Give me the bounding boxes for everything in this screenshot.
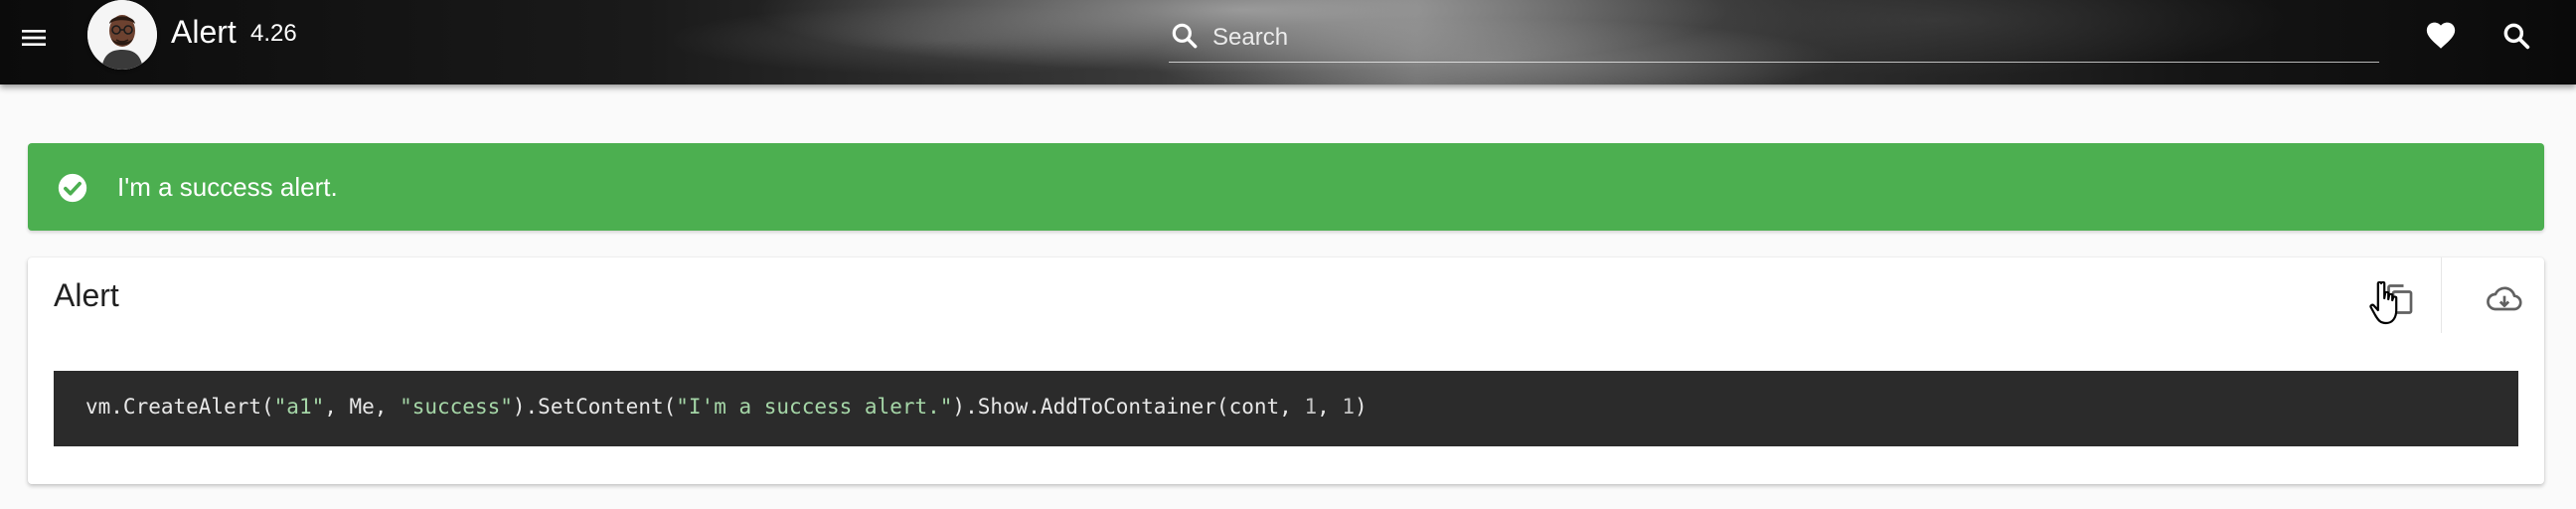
code-block: vm.CreateAlert("a1", Me, "success").SetC… [54,371,2518,446]
success-alert: I'm a success alert. [28,143,2544,231]
code-token: , [1317,395,1343,419]
menu-icon [22,30,46,46]
copy-button[interactable] [2373,273,2425,325]
heart-icon [2426,22,2456,49]
code-card: Alert vm.CreateAlert("a1", Me, "success"… [28,257,2544,484]
code-token: vm.CreateAlert( [85,395,274,419]
search-icon [1172,23,1198,49]
menu-button[interactable] [16,20,52,56]
card-title: Alert [54,277,119,313]
app-bar: Alert 4.26 [0,0,2576,85]
code-string: "success" [400,395,513,419]
code-token: , Me, [324,395,401,419]
download-button[interactable] [2479,273,2530,325]
code-line: vm.CreateAlert("a1", Me, "success").SetC… [85,395,1368,419]
favorite-button[interactable] [2421,16,2461,56]
copy-icon [2387,284,2413,314]
alert-message: I'm a success alert. [117,172,338,202]
check-circle-icon [58,173,87,203]
code-number: 1 [1342,395,1356,419]
avatar-image [87,0,157,70]
app-title: Alert [171,14,237,50]
code-number: 1 [1304,395,1318,419]
code-string: "I'm a success alert." [676,395,953,419]
search-icon [2503,23,2530,50]
search-button[interactable] [2496,16,2536,56]
code-string: "a1" [273,395,325,419]
avatar[interactable] [87,0,157,70]
app-version: 4.26 [250,20,297,47]
search-input[interactable] [1210,20,2367,56]
code-token: ).Show.AddToContainer(cont, [952,395,1305,419]
actions-divider [2441,257,2442,333]
search-field [1169,14,2379,63]
cloud-download-icon [2487,286,2522,311]
code-token: ) [1355,395,1368,419]
code-token: ).SetContent( [512,395,677,419]
